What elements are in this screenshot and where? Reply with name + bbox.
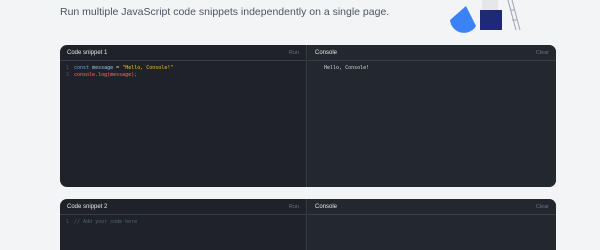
code-comment: // Add your code here [74,219,138,225]
console-pane: Console Clear Hello, Console! [308,45,556,187]
run-button[interactable]: Run [289,204,299,210]
console-header: Console Clear [308,199,556,215]
code-snippet-card-1: Code snippet 1 Run 1 const message = "He… [60,45,556,187]
run-button[interactable]: Run [289,50,299,56]
ladder-line [511,0,521,31]
clear-button[interactable]: Clear [536,50,549,56]
console-title: Console [315,203,338,210]
code-statement: console.log(message); [74,71,138,78]
ladder-line [507,0,517,31]
snippet-title: Code snippet 2 [67,203,108,210]
editor-header: Code snippet 2 Run [60,199,306,215]
code-snippet-card-2: Code snippet 2 Run 1 // Add your code he… [60,199,556,250]
line-number: 2 [66,71,70,78]
code-line: 2 console.log(message); [66,72,300,79]
code-area[interactable]: 1 // Add your code here [60,215,306,230]
console-header: Console Clear [308,45,556,61]
hero-illustration [450,0,521,33]
snippet-title: Code snippet 1 [67,49,108,56]
code-editor-pane[interactable]: Code snippet 1 Run 1 const message = "He… [60,45,307,187]
console-output: Hello, Console! [324,65,370,71]
console-output [308,215,556,223]
code-area[interactable]: 1 const message = "Hello, Console!" 2 co… [60,61,306,82]
page-subtitle: Run multiple JavaScript code snippets in… [60,6,390,18]
code-editor-pane[interactable]: Code snippet 2 Run 1 // Add your code he… [60,199,307,250]
editor-header: Code snippet 1 Run [60,45,306,61]
clear-button[interactable]: Clear [536,204,549,210]
line-number: 1 [66,219,70,225]
console-title: Console [315,49,338,56]
code-line: 1 // Add your code here [66,219,300,226]
console-pane: Console Clear [308,199,556,250]
navy-block [480,10,502,30]
blue-shape [450,6,476,33]
figure-shape [482,0,498,10]
